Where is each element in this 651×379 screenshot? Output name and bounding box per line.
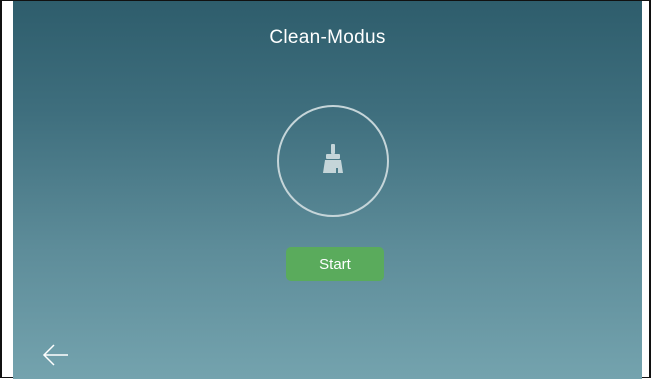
back-button[interactable] (41, 343, 71, 367)
arrow-left-icon (41, 344, 71, 371)
start-button[interactable]: Start (286, 247, 384, 281)
clean-mode-indicator (277, 105, 389, 217)
clean-mode-screen: Clean-Modus Start (13, 1, 642, 379)
page-title: Clean-Modus (269, 27, 386, 48)
broom-icon (320, 144, 346, 178)
device-frame: Clean-Modus Start (0, 0, 651, 379)
